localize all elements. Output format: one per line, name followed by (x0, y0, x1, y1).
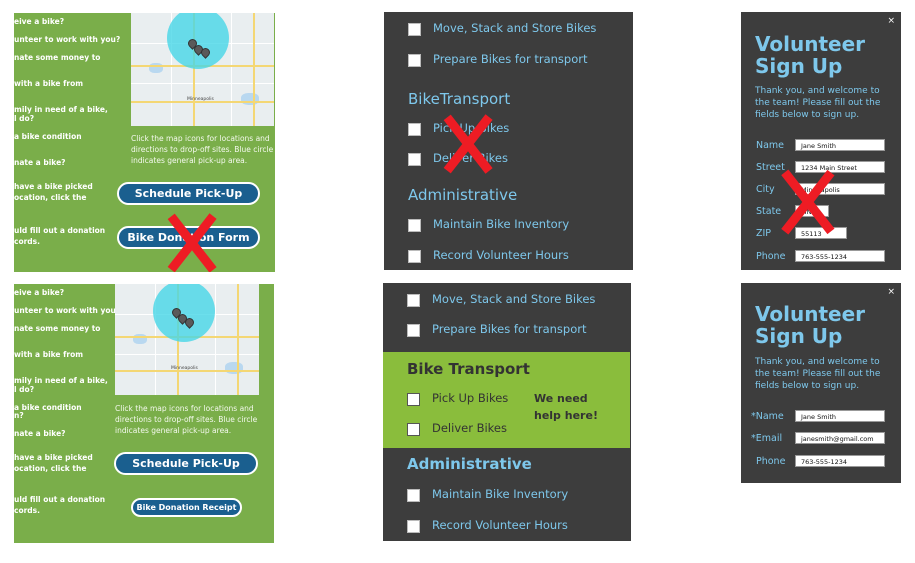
task-label: Move, Stack and Store Bikes (433, 21, 597, 35)
schedule-pickup-button[interactable]: Schedule Pick-Up (117, 182, 260, 205)
donation-panel-before: eive a bike? unteer to work with you? na… (14, 13, 275, 272)
field-label: ZIP (756, 228, 772, 239)
pickup-map[interactable]: Minneapolis (131, 13, 274, 126)
field-label: *Email (751, 433, 783, 444)
map-instructions: Click the map icons for locations and di… (131, 134, 274, 165)
reject-x-icon (779, 168, 837, 236)
faq-line[interactable]: nate some money to (14, 324, 100, 333)
form-title-line: Sign Up (755, 324, 843, 348)
faq-line[interactable]: nate some money to (14, 53, 100, 62)
task-label: Deliver Bikes (432, 421, 507, 435)
form-title: Volunteer Sign Up (755, 303, 865, 347)
faq-line: ocation, click the (14, 464, 87, 473)
faq-line: uld fill out a donation (14, 495, 106, 504)
faq-line: cords. (14, 506, 40, 515)
faq-line: cords. (14, 237, 40, 246)
form-title-line: Volunteer (755, 32, 866, 56)
need-help-line: We need (534, 392, 588, 405)
faq-line: have a bike picked (14, 182, 93, 191)
pickup-map[interactable]: Minneapolis (115, 284, 259, 395)
field-label: State (756, 206, 782, 217)
field-label: Phone (756, 456, 786, 467)
map-instructions: Click the map icons for locations and di… (115, 404, 258, 435)
form-intro: Thank you, and welcome to the team! Plea… (755, 86, 881, 120)
task-label: Move, Stack and Store Bikes (432, 292, 596, 306)
faq-line[interactable]: unteer to work with you? (14, 35, 120, 44)
checkbox-icon[interactable] (408, 219, 421, 232)
close-icon[interactable]: × (887, 287, 895, 297)
faq-line[interactable]: with a bike from (14, 350, 83, 359)
task-label: Maintain Bike Inventory (432, 487, 569, 501)
faq-line: ocation, click the (14, 193, 87, 202)
section-heading-administrative: Administrative (408, 186, 518, 204)
field-label: Phone (756, 251, 786, 262)
volunteer-tasks-before: Move, Stack and Store Bikes Prepare Bike… (384, 12, 633, 270)
checkbox-icon[interactable] (408, 153, 421, 166)
email-field[interactable]: janesmith@gmail.com (795, 432, 885, 444)
checkbox-icon[interactable] (407, 294, 420, 307)
checkbox-icon[interactable] (407, 520, 420, 533)
form-title: Volunteer Sign Up (755, 33, 865, 77)
bike-transport-section: Bike Transport Pick Up Bikes Deliver Bik… (383, 352, 630, 448)
faq-line[interactable]: unteer to work with you? (14, 306, 120, 315)
task-label: Prepare Bikes for transport (432, 322, 587, 336)
checkbox-icon[interactable] (407, 393, 420, 406)
field-label: Name (756, 140, 785, 151)
checkbox-icon[interactable] (408, 123, 421, 136)
field-label: *Name (751, 411, 784, 422)
donation-panel-after: eive a bike? unteer to work with you? na… (14, 284, 274, 543)
schedule-pickup-button[interactable]: Schedule Pick-Up (114, 452, 258, 475)
form-title-line: Sign Up (755, 54, 843, 78)
pickup-area-circle (167, 13, 229, 69)
faq-line: have a bike picked (14, 453, 93, 462)
faq-line[interactable]: l do? (14, 114, 34, 123)
checkbox-icon[interactable] (407, 324, 420, 337)
volunteer-tasks-after: Move, Stack and Store Bikes Prepare Bike… (383, 283, 631, 541)
faq-line[interactable]: nate a bike? (14, 429, 66, 438)
name-field[interactable]: Jane Smith (795, 410, 885, 422)
form-intro: Thank you, and welcome to the team! Plea… (755, 357, 881, 391)
volunteer-signup-before: × Volunteer Sign Up Thank you, and welco… (741, 12, 901, 270)
faq-line[interactable]: eive a bike? (14, 17, 64, 26)
task-label: Record Volunteer Hours (433, 248, 569, 262)
map-city-label: Minneapolis (171, 366, 198, 371)
faq-line[interactable]: nate a bike? (14, 158, 66, 167)
volunteer-signup-after: × Volunteer Sign Up Thank you, and welco… (741, 283, 901, 483)
faq-line: uld fill out a donation (14, 226, 106, 235)
form-title-line: Volunteer (755, 302, 866, 326)
faq-line[interactable]: mily in need of a bike, (14, 105, 108, 114)
faq-line[interactable]: a bike condition (14, 132, 82, 141)
checkbox-icon[interactable] (407, 423, 420, 436)
name-field[interactable]: Jane Smith (795, 139, 885, 151)
reject-x-icon (166, 214, 218, 272)
task-label: Prepare Bikes for transport (433, 52, 588, 66)
faq-line[interactable]: l do? (14, 385, 34, 394)
faq-line[interactable]: a bike condition (14, 403, 82, 412)
section-heading-transport: Bike Transport (407, 360, 530, 378)
reject-x-icon (442, 115, 494, 173)
faq-line[interactable]: with a bike from (14, 79, 83, 88)
task-label: Maintain Bike Inventory (433, 217, 570, 231)
checkbox-icon[interactable] (408, 23, 421, 36)
checkbox-icon[interactable] (407, 489, 420, 502)
need-help-callout: We need help here! (534, 390, 598, 424)
task-label: Record Volunteer Hours (432, 518, 568, 532)
phone-field[interactable]: 763-555-1234 (795, 455, 885, 467)
bike-donation-receipt-button[interactable]: Bike Donation Receipt (131, 498, 242, 517)
section-heading-transport: BikeTransport (408, 90, 511, 108)
phone-field[interactable]: 763-555-1234 (795, 250, 885, 262)
section-heading-administrative: Administrative (407, 455, 532, 473)
close-icon[interactable]: × (887, 16, 895, 26)
map-city-label: Minneapolis (187, 97, 214, 102)
field-label: City (756, 184, 775, 195)
faq-line[interactable]: n? (14, 411, 24, 420)
checkbox-icon[interactable] (408, 54, 421, 67)
need-help-line: help here! (534, 409, 598, 422)
faq-line[interactable]: eive a bike? (14, 288, 64, 297)
faq-line[interactable]: mily in need of a bike, (14, 376, 108, 385)
task-label: Pick Up Bikes (432, 391, 509, 405)
checkbox-icon[interactable] (408, 250, 421, 263)
